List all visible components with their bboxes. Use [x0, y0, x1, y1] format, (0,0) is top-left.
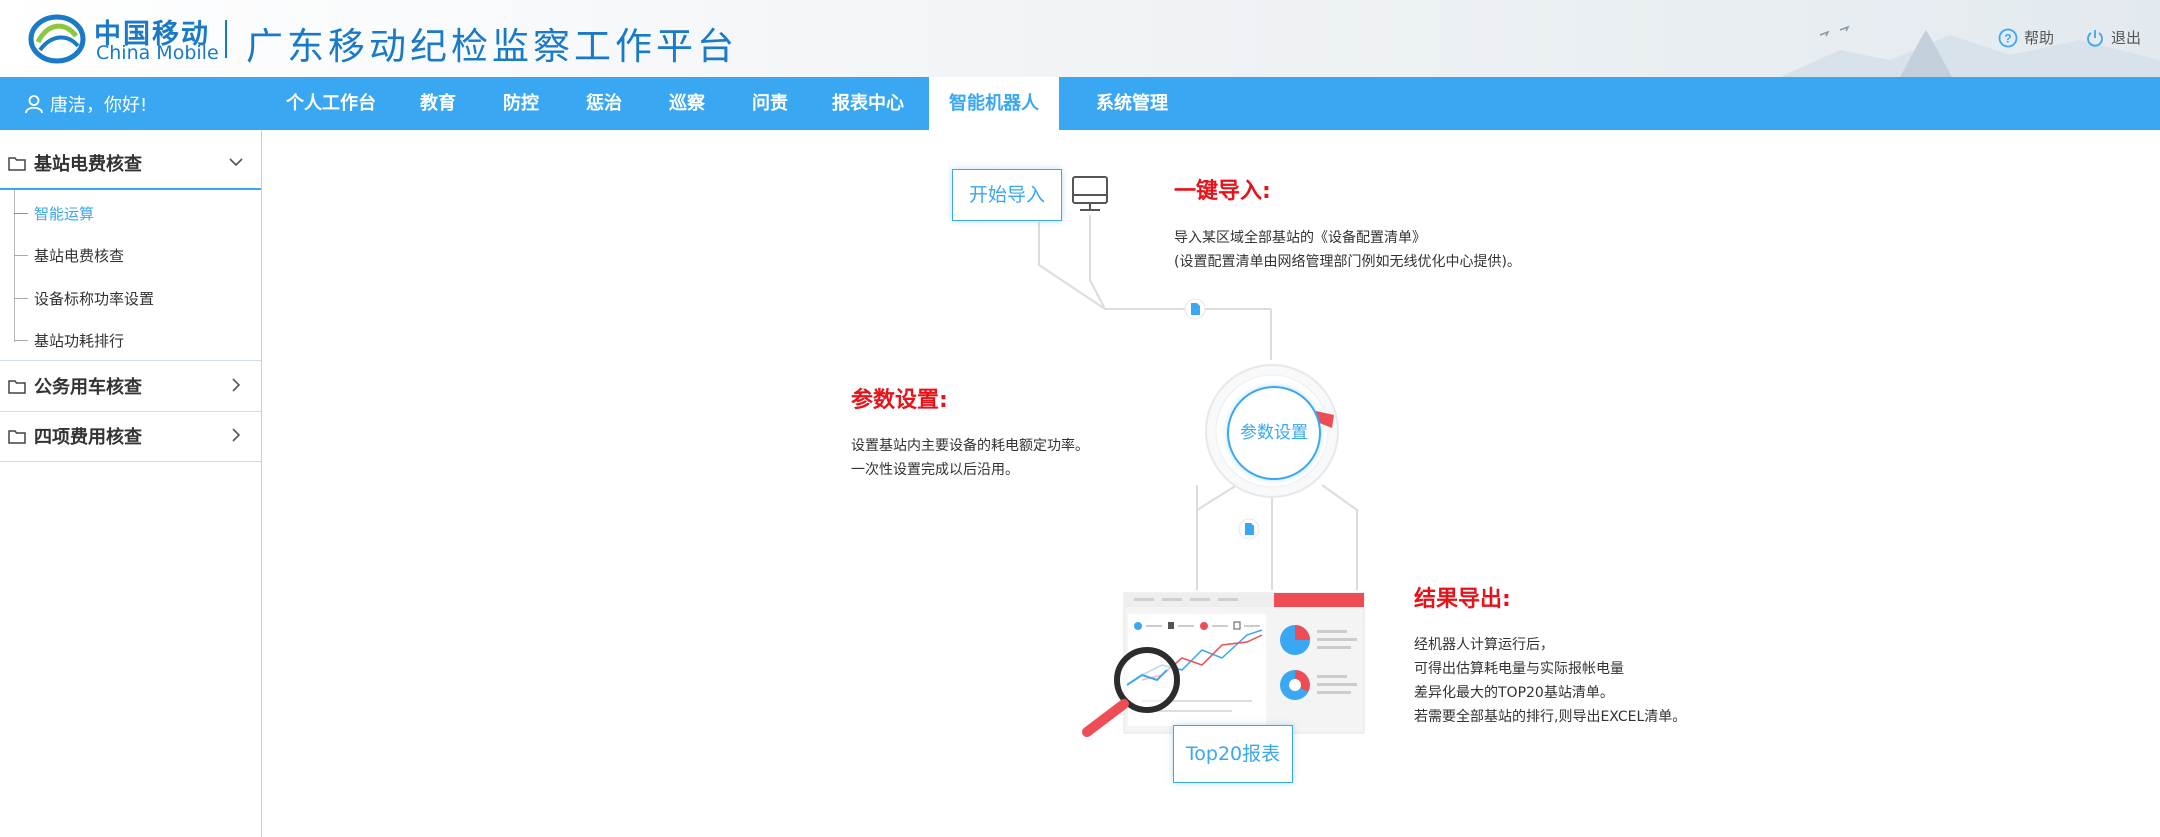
param-setting-button[interactable]: 参数设置: [1227, 386, 1321, 480]
sidebar-group-station-fee[interactable]: 基站电费核查: [0, 138, 261, 190]
tree-dash: [14, 254, 28, 256]
sidebar-item-station-fee-check[interactable]: 基站电费核查: [0, 234, 261, 276]
param-line: 一次性设置完成以后沿用。: [851, 462, 1019, 478]
nav-item-education[interactable]: 教育: [407, 77, 469, 130]
result-line: 可得出估算耗电量与实际报帐电量: [1414, 661, 1624, 677]
main-nav-bar: 唐洁，你好! 个人工作台 教育 防控 惩治 巡察 问责 报表中心 智能机器人 系…: [0, 77, 2160, 130]
sidebar-item-smart-calc[interactable]: 智能运算: [0, 192, 261, 234]
tree-dash: [14, 297, 28, 299]
monitor-icon: [1072, 176, 1108, 211]
sidebar-item-label: 基站功耗排行: [34, 331, 125, 350]
sidebar-group-label: 基站电费核查: [34, 154, 142, 175]
sidebar-group-label: 公务用车核查: [34, 377, 142, 398]
param-section-title: 参数设置:: [851, 388, 948, 413]
greeting-text: 唐洁，你好!: [50, 94, 148, 116]
start-import-button[interactable]: 开始导入: [952, 169, 1062, 221]
user-icon: [25, 94, 43, 113]
import-section-text: 导入某区域全部基站的《设备配置清单》 (设置配置清单由网络管理部门例如无线优化中…: [1174, 226, 1521, 274]
connector-line: [1089, 215, 1106, 310]
nav-item-inspection[interactable]: 巡察: [656, 77, 718, 130]
import-line: (设置配置清单由网络管理部门例如无线优化中心提供)。: [1174, 254, 1521, 270]
sidebar: 基站电费核查 智能运算 基站电费核查 设备标称功率设置 基站功耗排行 公务用车核…: [0, 130, 262, 837]
sidebar-item-label: 基站电费核查: [34, 246, 125, 265]
sidebar-item-power-ranking[interactable]: 基站功耗排行: [0, 319, 261, 361]
result-line: 若需要全部基站的排行,则导出EXCEL清单。: [1414, 709, 1687, 725]
logout-link[interactable]: 退出: [2085, 27, 2141, 48]
main-content: 开始导入 参数设置 Top20报表 一键导入: 导入某区域全部基站的《设备配置清…: [262, 130, 2160, 837]
chevron-down-icon: [229, 158, 243, 167]
tree-dash: [14, 212, 28, 214]
tree-dash: [14, 339, 28, 341]
brand-name-en: China Mobile: [96, 42, 219, 64]
chevron-right-icon: [232, 428, 241, 442]
document-icon: [1238, 518, 1260, 540]
document-icon: [1184, 298, 1206, 320]
connector-line: [1321, 484, 1358, 590]
sidebar-group-label: 四项费用核查: [34, 427, 142, 448]
nav-item-system-management[interactable]: 系统管理: [1075, 77, 1189, 130]
result-section-title: 结果导出:: [1414, 587, 1511, 612]
user-greeting: 唐洁，你好!: [24, 77, 147, 130]
help-label: 帮助: [2024, 29, 2055, 47]
top20-report-button[interactable]: Top20报表: [1173, 725, 1293, 783]
folder-icon: [8, 430, 26, 444]
nav-item-smart-robot[interactable]: 智能机器人: [929, 77, 1059, 130]
import-line: 导入某区域全部基站的《设备配置清单》: [1174, 230, 1426, 246]
result-section-text: 经机器人计算运行后， 可得出估算耗电量与实际报帐电量 差异化最大的TOP20基站…: [1414, 633, 1686, 729]
sidebar-item-label: 设备标称功率设置: [34, 289, 155, 308]
china-mobile-logo-icon: [28, 14, 86, 64]
result-line: 差异化最大的TOP20基站清单。: [1414, 685, 1614, 701]
help-icon: ?: [1998, 28, 2018, 47]
nav-item-punishment[interactable]: 惩治: [573, 77, 635, 130]
param-section-text: 设置基站内主要设备的耗电额定功率。 一次性设置完成以后沿用。: [851, 434, 1089, 482]
result-line: 经机器人计算运行后，: [1414, 637, 1554, 653]
connector-line: [1196, 484, 1238, 590]
logout-label: 退出: [2111, 29, 2142, 47]
chevron-right-icon: [232, 378, 241, 392]
platform-title: 广东移动纪检监察工作平台: [246, 25, 738, 68]
param-line: 设置基站内主要设备的耗电额定功率。: [851, 438, 1089, 454]
nav-item-prevention[interactable]: 防控: [490, 77, 552, 130]
nav-item-accountability[interactable]: 问责: [739, 77, 801, 130]
nav-item-report-center[interactable]: 报表中心: [822, 77, 914, 130]
power-icon: [2087, 29, 2103, 47]
svg-text:?: ?: [2004, 31, 2011, 45]
brand-divider: [225, 20, 227, 58]
sidebar-group-four-expenses[interactable]: 四项费用核查: [0, 411, 261, 462]
sidebar-item-rated-power-setting[interactable]: 设备标称功率设置: [0, 277, 261, 319]
nav-item-personal-workbench[interactable]: 个人工作台: [282, 77, 380, 130]
help-link[interactable]: ? 帮助: [1998, 27, 2054, 48]
folder-icon: [8, 157, 26, 171]
sidebar-group-official-car[interactable]: 公务用车核查: [0, 360, 261, 412]
import-section-title: 一键导入:: [1174, 179, 1271, 204]
sidebar-item-label: 智能运算: [34, 204, 95, 223]
app-header: 中国移动 China Mobile 广东移动纪检监察工作平台 ? 帮助 退出: [0, 0, 2160, 77]
folder-icon: [8, 380, 26, 394]
